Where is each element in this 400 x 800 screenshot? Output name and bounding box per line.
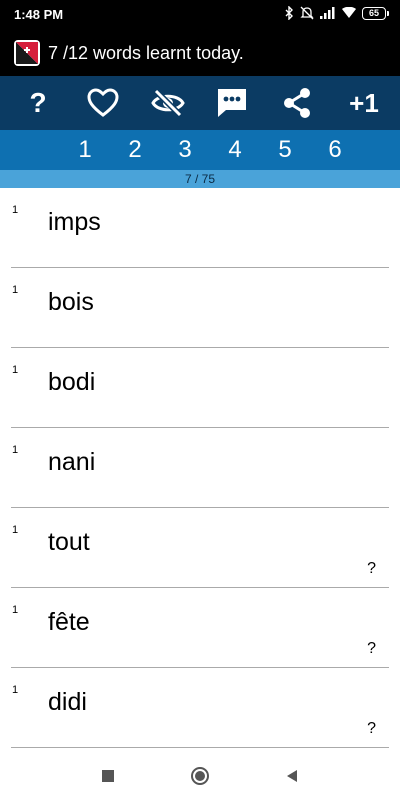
tab-level-3[interactable]: 3 xyxy=(160,136,210,164)
level-tabs: 1 2 3 4 5 6 xyxy=(0,130,400,170)
word-count: 1 xyxy=(12,444,19,456)
word-row[interactable]: 1 fête ? xyxy=(0,588,400,668)
status-time: 1:48 PM xyxy=(14,7,64,22)
word-count: 1 xyxy=(12,524,19,536)
progress-indicator: 7 / 75 xyxy=(0,170,400,188)
status-icons: 65 xyxy=(284,6,389,20)
mute-icon xyxy=(300,6,314,20)
word-text: nani xyxy=(48,448,96,476)
word-count: 1 xyxy=(12,284,19,296)
share-button[interactable] xyxy=(277,83,317,123)
page-title: 7 /12 words learnt today. xyxy=(48,42,244,63)
word-list: 1 imps 1 bois 1 bodi 1 nani 1 tout ? 1 f… xyxy=(0,188,400,748)
tab-level-6[interactable]: 6 xyxy=(310,136,360,164)
plus-one-button[interactable]: +1 xyxy=(342,83,386,123)
status-bar: 1:48 PM 65 xyxy=(0,0,400,30)
word-text: tout xyxy=(48,528,90,556)
tab-level-2[interactable]: 2 xyxy=(110,136,160,164)
tab-level-5[interactable]: 5 xyxy=(260,136,310,164)
recents-icon xyxy=(102,770,114,782)
hide-translation-button[interactable] xyxy=(148,83,188,123)
help-icon: ? xyxy=(29,87,47,118)
word-text: didi xyxy=(48,688,87,716)
word-text: bois xyxy=(48,288,94,316)
app-title-bar: 7 /12 words learnt today. xyxy=(0,30,400,76)
battery-icon: 65 xyxy=(362,6,389,20)
word-count: 1 xyxy=(12,604,19,616)
word-row[interactable]: 1 bois xyxy=(0,268,400,348)
word-row[interactable]: 1 bodi xyxy=(0,348,400,428)
word-row[interactable]: 1 didi ? xyxy=(0,668,400,748)
toolbar: ? +1 xyxy=(0,76,400,130)
eye-off-icon xyxy=(150,89,185,117)
word-question-mark: ? xyxy=(367,560,376,577)
recents-button[interactable] xyxy=(96,764,120,788)
word-question-mark: ? xyxy=(367,720,376,737)
tab-level-4[interactable]: 4 xyxy=(210,136,260,164)
word-text: fête xyxy=(48,608,90,636)
heart-icon xyxy=(87,88,119,117)
home-icon xyxy=(191,767,209,785)
comment-button[interactable] xyxy=(212,83,252,123)
word-count: 1 xyxy=(12,364,19,376)
back-icon xyxy=(287,770,297,782)
word-count: 1 xyxy=(12,684,19,696)
signal-icon xyxy=(320,7,336,19)
back-button[interactable] xyxy=(280,764,304,788)
word-count: 1 xyxy=(12,204,19,216)
word-question-mark: ? xyxy=(367,640,376,657)
plus-one-icon: +1 xyxy=(349,87,379,118)
help-button[interactable]: ? xyxy=(18,83,58,123)
word-row[interactable]: 1 tout ? xyxy=(0,508,400,588)
share-icon xyxy=(284,88,311,118)
word-row[interactable]: 1 imps xyxy=(0,188,400,268)
favorite-button[interactable] xyxy=(83,83,123,123)
comment-icon xyxy=(218,89,247,117)
tab-level-1[interactable]: 1 xyxy=(60,136,110,164)
bluetooth-icon xyxy=(284,6,294,20)
home-button[interactable] xyxy=(188,764,212,788)
word-text: imps xyxy=(48,208,101,236)
wifi-icon xyxy=(342,7,356,19)
word-text: bodi xyxy=(48,368,96,396)
dictionary-app-icon xyxy=(14,40,40,66)
word-row[interactable]: 1 nani xyxy=(0,428,400,508)
system-nav-bar xyxy=(0,752,400,800)
